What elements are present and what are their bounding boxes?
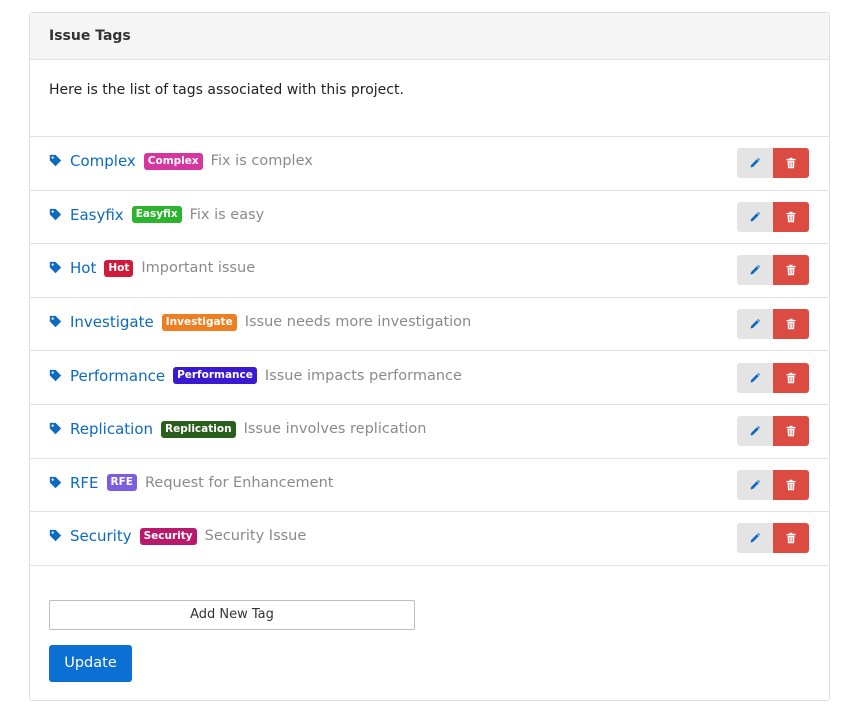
tag-badge: RFE — [106, 474, 137, 492]
tag-badge: Performance — [173, 367, 257, 385]
tag-badge: Complex — [143, 152, 203, 170]
tag-name-link[interactable]: Security — [70, 527, 132, 545]
tag-info: Complex Complex Fix is complex — [49, 152, 737, 170]
delete-tag-button[interactable] — [773, 416, 809, 447]
edit-tag-button[interactable] — [737, 148, 773, 179]
pencil-icon — [750, 372, 761, 383]
delete-tag-button[interactable] — [773, 362, 809, 393]
tag-name-link[interactable]: Complex — [70, 152, 136, 170]
tag-badge: Investigate — [161, 313, 237, 331]
tag-icon — [49, 422, 63, 436]
footer: Add New Tag Update — [30, 566, 829, 682]
card-title: Issue Tags — [30, 13, 829, 60]
delete-tag-button[interactable] — [773, 148, 809, 179]
edit-tag-button[interactable] — [737, 201, 773, 232]
tag-row-investigate: Investigate Investigate Issue needs more… — [30, 298, 829, 352]
tag-info: Security Security Security Issue — [49, 527, 737, 545]
tag-name-link[interactable]: Performance — [70, 367, 165, 385]
tag-badge: Security — [139, 527, 197, 545]
delete-tag-button[interactable] — [773, 201, 809, 232]
trash-icon — [786, 479, 796, 491]
tag-name-link[interactable]: RFE — [70, 474, 99, 492]
tag-description: Issue needs more investigation — [244, 314, 472, 331]
delete-tag-button[interactable] — [773, 469, 809, 500]
edit-tag-button[interactable] — [737, 255, 773, 286]
delete-tag-button[interactable] — [773, 255, 809, 286]
tag-description: Request for Enhancement — [144, 474, 334, 491]
trash-icon — [786, 265, 796, 276]
tag-icon — [49, 315, 63, 329]
tag-row-hot: Hot Hot Important issue — [30, 244, 829, 298]
tag-list: Complex Complex Fix is complex Easyfix E… — [30, 137, 829, 566]
intro-text: Here is the list of tags associated with… — [30, 60, 829, 137]
tag-row-rfe: RFE RFE Request for Enhancement — [30, 459, 829, 513]
add-new-tag-button[interactable]: Add New Tag — [49, 599, 415, 630]
tag-actions — [737, 469, 809, 500]
tag-icon — [49, 208, 63, 222]
tag-row-performance: Performance Performance Issue impacts pe… — [30, 351, 829, 405]
pencil-icon — [750, 158, 761, 168]
tag-icon — [49, 154, 63, 168]
tag-description: Issue impacts performance — [264, 367, 462, 384]
tag-badge: Replication — [161, 420, 236, 438]
edit-tag-button[interactable] — [737, 469, 773, 500]
delete-tag-button[interactable] — [773, 523, 809, 554]
tag-name-link[interactable]: Replication — [70, 420, 153, 438]
tag-row-security: Security Security Security Issue — [30, 512, 829, 566]
trash-icon — [786, 533, 796, 544]
tag-info: Investigate Investigate Issue needs more… — [49, 313, 737, 331]
tag-row-easyfix: Easyfix Easyfix Fix is easy — [30, 191, 829, 245]
trash-icon — [786, 158, 796, 169]
edit-tag-button[interactable] — [737, 523, 773, 554]
tag-info: Easyfix Easyfix Fix is easy — [49, 206, 737, 224]
tag-row-complex: Complex Complex Fix is complex — [30, 137, 829, 191]
tag-actions — [737, 309, 809, 340]
tag-description: Issue involves replication — [243, 421, 427, 438]
tag-icon — [49, 261, 63, 275]
tag-actions — [737, 416, 809, 447]
tag-icon — [49, 476, 63, 490]
tag-icon — [49, 369, 63, 383]
trash-icon — [786, 426, 796, 437]
tag-actions — [737, 148, 809, 179]
tag-info: Hot Hot Important issue — [49, 259, 737, 277]
trash-icon — [786, 211, 796, 223]
tag-name-link[interactable]: Investigate — [70, 313, 154, 331]
pencil-icon — [750, 533, 761, 543]
pencil-icon — [750, 265, 761, 275]
issue-tags-card: Issue Tags Here is the list of tags asso… — [29, 12, 830, 701]
tag-name-link[interactable]: Hot — [70, 259, 96, 277]
pencil-icon — [750, 211, 761, 222]
tag-info: RFE RFE Request for Enhancement — [49, 474, 737, 492]
pencil-icon — [750, 479, 761, 490]
edit-tag-button[interactable] — [737, 309, 773, 340]
tag-actions — [737, 255, 809, 286]
tag-actions — [737, 523, 809, 554]
tag-description: Fix is easy — [189, 206, 265, 223]
update-button[interactable]: Update — [49, 644, 132, 682]
tag-description: Security Issue — [204, 528, 307, 545]
trash-icon — [786, 318, 796, 330]
tag-description: Fix is complex — [210, 153, 313, 170]
tag-info: Replication Replication Issue involves r… — [49, 420, 737, 438]
tag-badge: Easyfix — [131, 206, 182, 224]
tag-actions — [737, 362, 809, 393]
tag-icon — [49, 529, 63, 543]
trash-icon — [786, 372, 796, 383]
tag-badge: Hot — [104, 259, 134, 277]
pencil-icon — [750, 426, 761, 436]
edit-tag-button[interactable] — [737, 362, 773, 393]
delete-tag-button[interactable] — [773, 309, 809, 340]
tag-description: Important issue — [141, 260, 256, 277]
tag-actions — [737, 201, 809, 232]
tag-name-link[interactable]: Easyfix — [70, 206, 124, 224]
tag-info: Performance Performance Issue impacts pe… — [49, 367, 737, 385]
pencil-icon — [750, 318, 761, 329]
edit-tag-button[interactable] — [737, 416, 773, 447]
tag-row-replication: Replication Replication Issue involves r… — [30, 405, 829, 459]
